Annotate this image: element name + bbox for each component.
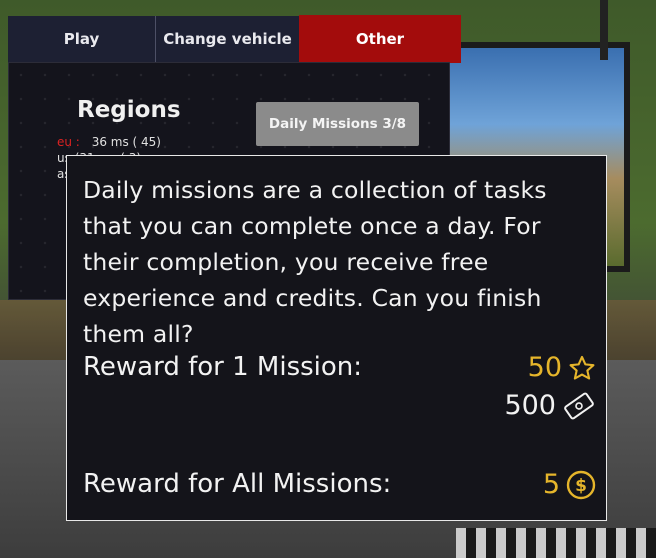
regions-title: Regions — [77, 97, 181, 123]
reward-all-gold: 5 $ — [543, 469, 596, 500]
reward-one-credits-value: 500 — [504, 390, 556, 421]
reward-one-xp: 50 — [528, 352, 596, 383]
daily-missions-button[interactable]: Daily Missions 3/8 — [256, 102, 419, 146]
background-pole — [600, 0, 608, 60]
background-checker — [456, 528, 656, 558]
tab-change-vehicle[interactable]: Change vehicle — [155, 16, 299, 62]
reward-one-xp-value: 50 — [527, 352, 562, 383]
reward-one-label: Reward for 1 Mission: — [83, 352, 363, 382]
reward-one-credits: 500 — [504, 390, 596, 421]
tooltip-description: Daily missions are a collection of tasks… — [83, 176, 547, 348]
region-code: eu : — [57, 135, 80, 149]
region-row[interactable]: eu : 36 ms ( 45) — [57, 135, 161, 149]
daily-missions-tooltip: Daily missions are a collection of tasks… — [66, 155, 607, 521]
credits-ticket-icon — [562, 391, 596, 421]
region-ping: 36 ms ( 45) — [91, 135, 161, 149]
star-icon — [568, 354, 596, 382]
reward-all-gold-value: 5 — [542, 469, 560, 500]
tab-other[interactable]: Other — [299, 15, 461, 63]
reward-all-label: Reward for All Missions: — [83, 469, 392, 499]
svg-text:$: $ — [575, 476, 587, 496]
tab-bar: Play Change vehicle Other — [8, 15, 461, 63]
gold-coin-icon: $ — [566, 470, 596, 500]
tab-play[interactable]: Play — [8, 16, 155, 62]
